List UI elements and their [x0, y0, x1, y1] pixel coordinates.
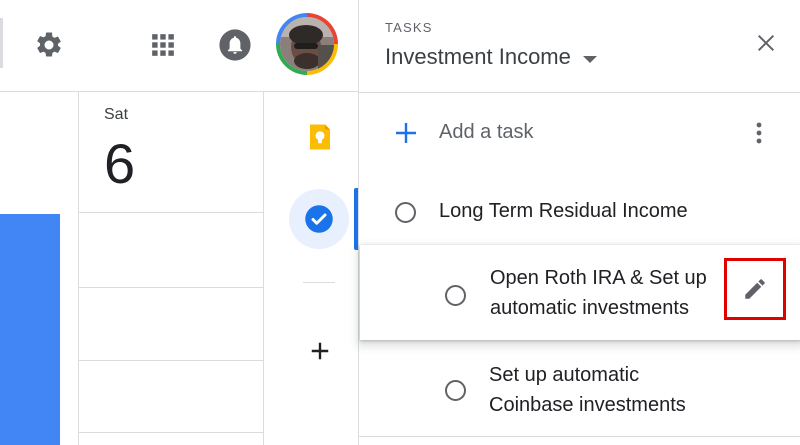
caret-down-icon [582, 55, 597, 63]
hour-line [79, 287, 264, 288]
keep-bulb-icon [310, 124, 330, 150]
notifications-button[interactable] [214, 24, 256, 66]
get-add-ons-button[interactable] [305, 336, 335, 366]
more-options-button[interactable] [745, 118, 773, 148]
keep-button[interactable] [305, 122, 335, 152]
settings-button[interactable] [28, 24, 70, 66]
apps-grid-icon [152, 34, 174, 56]
plus-icon [311, 342, 329, 360]
calendar-day-grid: Sat 6 [0, 92, 265, 445]
day-name: Sat [104, 106, 129, 123]
calendar-top-bar [0, 0, 358, 92]
add-task-plus[interactable] [391, 118, 421, 148]
task-item[interactable]: Long Term Residual Income [359, 184, 800, 244]
gear-icon [37, 32, 61, 57]
apps-button[interactable] [142, 24, 184, 66]
task-complete-checkbox[interactable] [445, 285, 466, 306]
tasks-button[interactable] [289, 189, 349, 249]
column-divider [78, 92, 79, 445]
search-box-edge [0, 18, 3, 68]
task-complete-checkbox[interactable] [395, 202, 416, 223]
task-list-selector[interactable]: Investment Income [385, 44, 597, 70]
column-divider [263, 92, 264, 445]
task-title[interactable]: Long Term Residual Income [439, 196, 688, 226]
plus-icon [396, 123, 416, 143]
task-title[interactable]: Open Roth IRA & Set up automatic investm… [490, 263, 730, 323]
hour-line [79, 432, 264, 433]
hour-line [79, 212, 264, 213]
edit-details-button[interactable] [724, 258, 786, 320]
task-title[interactable]: Set up automatic Coinbase investments [489, 360, 729, 420]
avatar [280, 17, 334, 71]
panel-label: TASKS [385, 20, 433, 35]
profile-photo-icon [280, 17, 334, 71]
task-list-title: Investment Income [385, 44, 571, 69]
pencil-icon [745, 279, 765, 299]
side-panel-rail [265, 92, 358, 445]
close-icon [757, 34, 775, 52]
header-divider [359, 92, 800, 93]
task-item[interactable]: Open Roth IRA & Set up automatic investm… [360, 245, 800, 340]
tasks-panel: TASKS Investment Income Add a task Long … [358, 0, 800, 445]
add-task-row[interactable]: Add a task [359, 108, 800, 158]
day-number[interactable]: 6 [104, 136, 135, 192]
bell-icon [219, 29, 251, 61]
tasks-check-icon [305, 205, 333, 233]
calendar-event-block[interactable] [0, 214, 60, 445]
rail-divider [303, 282, 335, 283]
account-avatar-button[interactable] [276, 13, 338, 75]
task-item[interactable]: Set up automatic Coinbase investments [359, 360, 800, 440]
task-complete-checkbox[interactable] [445, 380, 466, 401]
list-divider [359, 436, 800, 437]
hour-line [79, 360, 264, 361]
add-task-button[interactable]: Add a task [439, 121, 534, 144]
more-vert-icon [756, 122, 762, 144]
close-button[interactable] [751, 28, 781, 58]
